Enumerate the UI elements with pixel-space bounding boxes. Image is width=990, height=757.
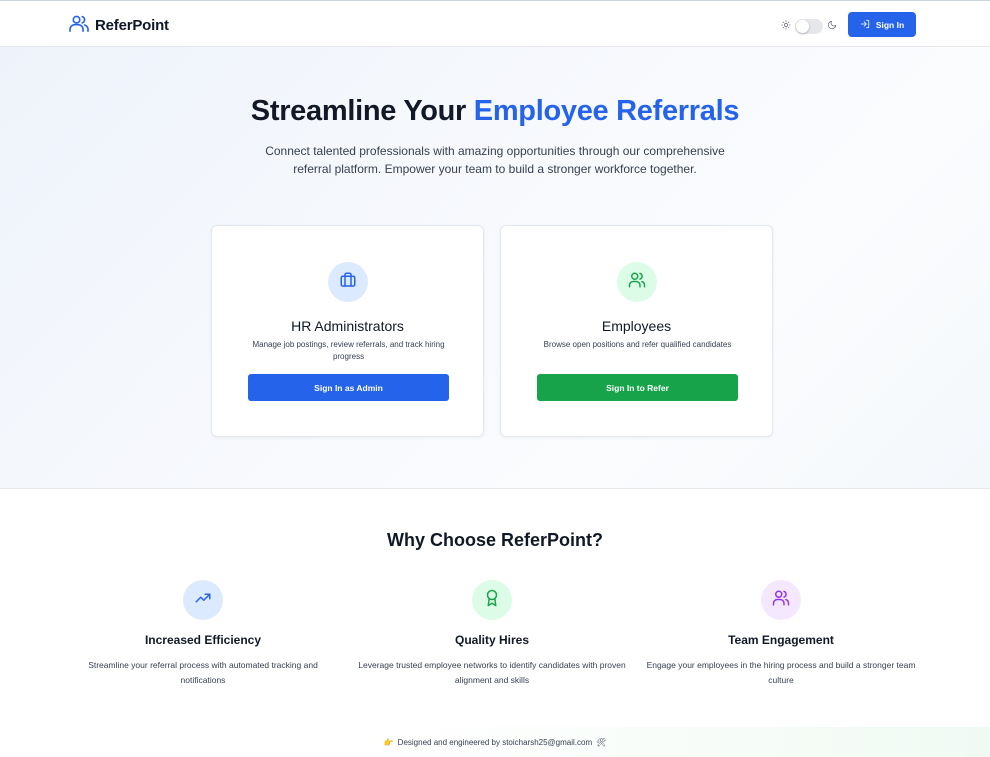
- brand-name: ReferPoint: [95, 17, 169, 34]
- employees-card-description: Browse open positions and refer qualifie…: [543, 340, 732, 349]
- sign-in-refer-button[interactable]: Sign In to Refer: [537, 374, 738, 401]
- feature-description: Engage your employees in the hiring proc…: [646, 660, 916, 685]
- quality-icon-badge: [472, 580, 512, 620]
- theme-toggle[interactable]: [795, 18, 823, 34]
- hero-title-accent: Employee Referrals: [473, 95, 740, 127]
- sign-in-label: Sign In: [875, 19, 905, 30]
- log-in-icon: [860, 19, 870, 31]
- footer-credit: Designed and engineered by stoicharsh25@…: [397, 737, 593, 747]
- sun-icon: [781, 17, 791, 35]
- tools-icon: 🛠: [596, 737, 607, 747]
- briefcase-icon: [339, 271, 357, 294]
- pointing-hand-icon: 👉: [383, 737, 394, 747]
- feature-title: Quality Hires: [454, 633, 530, 647]
- theme-switcher: [781, 17, 837, 35]
- engagement-icon-badge: [761, 580, 801, 620]
- theme-toggle-knob: [796, 19, 809, 33]
- hero-title: Streamline Your Employee Referrals: [0, 95, 990, 128]
- feature-title: Increased Efficiency: [144, 633, 262, 647]
- feature-description: Leverage trusted employee networks to id…: [358, 660, 626, 685]
- hero-title-main: Streamline Your: [250, 95, 474, 127]
- feature-description: Streamline your referral process with au…: [88, 660, 318, 685]
- users-icon: [772, 589, 790, 612]
- award-icon: [483, 589, 501, 612]
- moon-icon: [827, 17, 837, 35]
- trending-up-icon: [194, 589, 212, 612]
- hero-section: Streamline Your Employee Referrals Conne…: [0, 47, 990, 489]
- hr-icon-badge: [328, 262, 368, 302]
- sign-in-button[interactable]: Sign In: [848, 12, 916, 37]
- employees-icon-badge: [617, 262, 657, 302]
- footer: 👉 Designed and engineered by stoicharsh2…: [0, 727, 990, 757]
- users-icon: [628, 271, 646, 294]
- employees-card: Employees Browse open positions and refe…: [500, 225, 773, 437]
- hr-card-description: Manage job postings, review referrals, a…: [252, 340, 445, 361]
- top-nav: ReferPoint Sign In: [0, 0, 990, 47]
- hr-card-title: HR Administrators: [291, 318, 404, 334]
- hero-subtitle: Connect talented professionals with amaz…: [265, 144, 725, 176]
- hr-admin-card: HR Administrators Manage job postings, r…: [211, 225, 484, 437]
- employees-card-title: Employees: [601, 318, 672, 334]
- feature-title: Team Engagement: [728, 633, 834, 647]
- why-section-title: Why Choose ReferPoint?: [386, 530, 603, 550]
- sign-in-admin-button[interactable]: Sign In as Admin: [248, 374, 449, 401]
- efficiency-icon-badge: [183, 580, 223, 620]
- users-icon: [69, 14, 89, 37]
- brand-logo[interactable]: ReferPoint: [69, 14, 169, 37]
